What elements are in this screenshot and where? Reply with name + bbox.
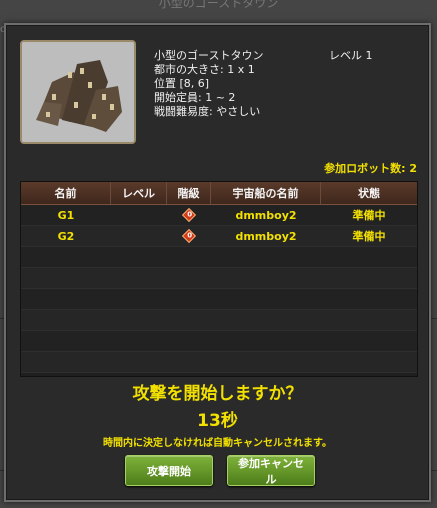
table-row[interactable]: G2 0 dmmboy2 準備中	[21, 226, 417, 247]
auto-cancel-note: 時間内に決定しなければ自動キャンセルされます。	[103, 438, 332, 449]
participating-robot-count: 参加ロボット数: 2	[324, 162, 417, 175]
empty-row	[21, 331, 417, 352]
start-capacity: 開始定員: 1 ~ 2	[154, 91, 236, 104]
countdown-timer: 13秒	[197, 411, 238, 431]
ship-name: dmmboy2	[235, 229, 297, 243]
participant-status: 準備中	[352, 209, 386, 222]
participant-table: 名前 レベル 階級 宇宙船の名前 状態 G1 0 dmmboy2 準備中 G2 …	[20, 181, 418, 377]
start-attack-button[interactable]: 攻撃開始	[125, 455, 213, 486]
attack-question: 攻撃を開始しますか？	[132, 384, 303, 404]
ship-name: dmmboy2	[235, 208, 297, 222]
participant-name: G2	[57, 229, 75, 243]
empty-row	[21, 247, 417, 268]
participant-name: G1	[57, 208, 75, 222]
empty-row	[21, 289, 417, 310]
participant-level	[111, 226, 167, 246]
city-size: 都市の大きさ: 1 x 1	[154, 63, 255, 76]
rank-cell: 0	[167, 205, 211, 225]
header-level: レベル	[111, 182, 167, 204]
empty-row	[21, 352, 417, 373]
attack-confirm-dialog: 小型のゴーストタウン レベル 1 都市の大きさ: 1 x 1 位置 [8, 6]…	[4, 23, 431, 502]
city-thumbnail	[20, 40, 136, 144]
city-info: 小型のゴーストタウン レベル 1 都市の大きさ: 1 x 1 位置 [8, 6]…	[154, 49, 373, 119]
participant-level	[111, 205, 167, 225]
table-row[interactable]: G1 0 dmmboy2 準備中	[21, 205, 417, 226]
participant-status: 準備中	[352, 230, 386, 243]
city-name: 小型のゴーストタウン	[154, 49, 264, 62]
rank-badge-icon: 0	[181, 228, 197, 244]
table-header: 名前 レベル 階級 宇宙船の名前 状態	[21, 182, 417, 205]
header-name: 名前	[21, 182, 111, 204]
cancel-participation-button[interactable]: 参加キャンセル	[227, 455, 315, 486]
battle-difficulty: 戦闘難易度: やさしい	[154, 105, 261, 118]
table-body: G1 0 dmmboy2 準備中 G2 0 dmmboy2 準備中	[21, 205, 417, 373]
empty-row	[21, 268, 417, 289]
rank-badge-icon: 0	[181, 207, 197, 223]
city-level: レベル 1	[329, 49, 373, 62]
empty-row	[21, 310, 417, 331]
rank-cell: 0	[167, 226, 211, 246]
header-ship-name: 宇宙船の名前	[211, 182, 321, 204]
background-title: 小型のゴーストタウン	[158, 0, 279, 10]
header-rank: 階級	[167, 182, 211, 204]
city-position: 位置 [8, 6]	[154, 77, 210, 90]
ruined-city-image	[22, 42, 134, 142]
header-status: 状態	[358, 187, 380, 200]
